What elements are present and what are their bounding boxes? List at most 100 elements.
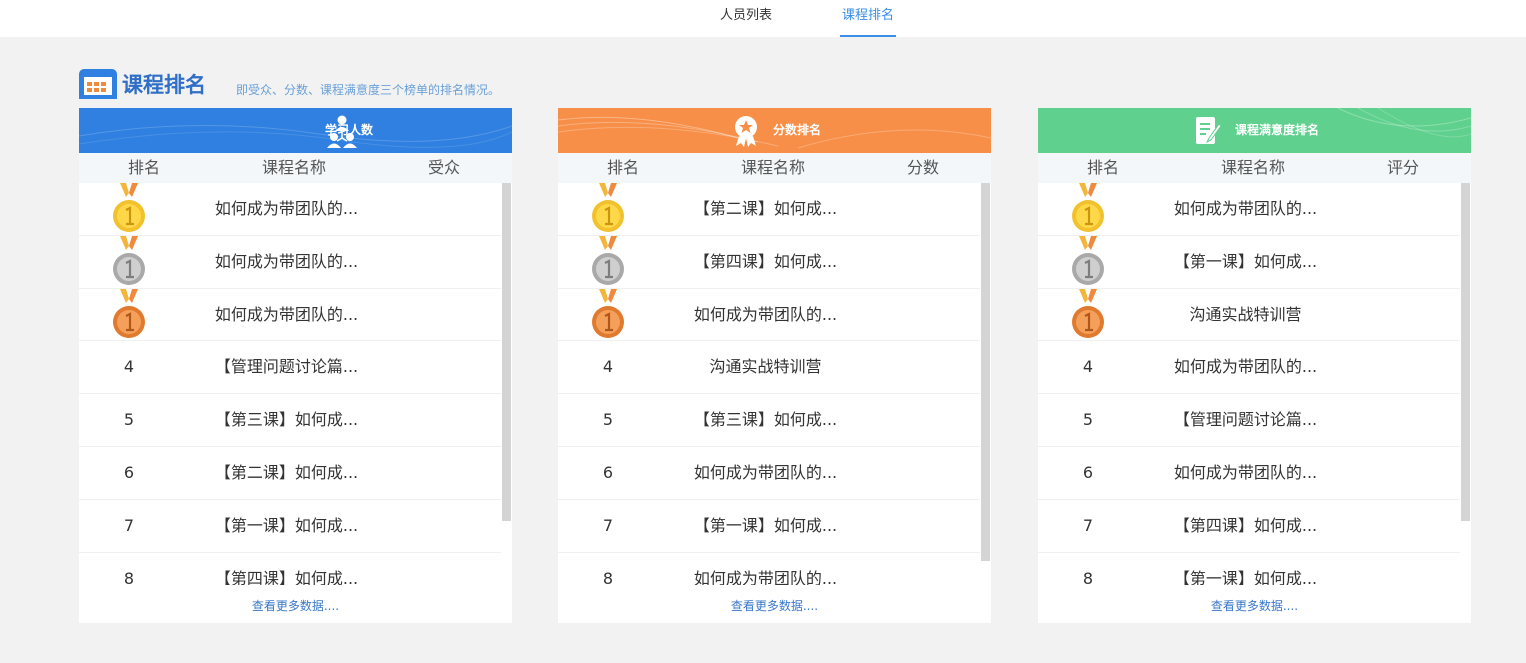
rank-number: 8 — [1082, 568, 1094, 585]
rank-number: 4 — [1082, 357, 1094, 377]
course-name[interactable]: 如何成为带团队的... — [189, 183, 384, 235]
course-name[interactable]: 沟通实战特训营 — [1148, 289, 1343, 341]
course-name[interactable]: 如何成为带团队的... — [668, 447, 863, 499]
ranking-list: 【第二课】如何成... 【第四课】如何成... 如何成为带团队的... 4 沟通实战特训… — [558, 183, 980, 585]
table-row[interactable]: 如何成为带团队的... — [79, 183, 501, 236]
course-name[interactable]: 如何成为带团队的... — [1148, 447, 1343, 499]
scrollbar[interactable] — [501, 183, 512, 585]
table-row[interactable]: 4 【管理问题讨论篇... — [79, 341, 501, 395]
table-row[interactable]: 7 【第一课】如何成... — [79, 500, 501, 553]
rank-number: 7 — [602, 515, 614, 535]
view-more-link[interactable]: 查看更多数据.... — [1038, 598, 1471, 614]
course-name[interactable]: 如何成为带团队的... — [668, 289, 863, 341]
course-name[interactable]: 沟通实战特训营 — [668, 341, 863, 393]
col-course-name: 课程名称 — [741, 158, 806, 177]
table-row[interactable]: 4 如何成为带团队的... — [1038, 341, 1460, 395]
medal-rank-2-icon — [1072, 235, 1104, 285]
col-rank: 排名 — [128, 158, 161, 177]
table-row[interactable]: 【第一课】如何成... — [1038, 235, 1460, 289]
course-name[interactable]: 【第四课】如何成... — [668, 236, 863, 288]
course-name[interactable]: 如何成为带团队的... — [668, 553, 863, 585]
scrollbar[interactable] — [980, 183, 991, 585]
panel-title: 分数排名 — [773, 123, 822, 137]
panel-score-ranking: 分数排名 排名 课程名称 分数 【第二课】如何成... 【第四课】如何成... 如何… — [558, 108, 991, 623]
panel-header: 课程满意度排名 — [1038, 108, 1471, 153]
tab-course-ranking[interactable]: 课程排名 — [840, 0, 896, 37]
table-row[interactable]: 如何成为带团队的... — [558, 288, 980, 342]
table-row[interactable]: 7 【第四课】如何成... — [1038, 500, 1460, 553]
medal-rank-2-icon — [113, 235, 145, 285]
medal-rank-3-icon — [1072, 288, 1104, 338]
panel-title: 学习人数 — [324, 123, 373, 137]
table-row[interactable]: 8 【第一课】如何成... — [1038, 553, 1460, 585]
table-row[interactable]: 4 沟通实战特训营 — [558, 341, 980, 395]
panel-title: 课程满意度排名 — [1235, 123, 1320, 137]
course-name[interactable]: 如何成为带团队的... — [1148, 341, 1343, 393]
course-name[interactable]: 如何成为带团队的... — [189, 236, 384, 288]
table-row[interactable]: 5 【管理问题讨论篇... — [1038, 394, 1460, 447]
rank-number: 5 — [602, 410, 614, 430]
course-name[interactable]: 【第一课】如何成... — [1148, 553, 1343, 585]
course-name[interactable]: 【第二课】如何成... — [668, 183, 863, 235]
view-more-link[interactable]: 查看更多数据.... — [79, 598, 512, 614]
medal-rank-1-icon — [1072, 183, 1104, 232]
table-row[interactable]: 6 【第二课】如何成... — [79, 447, 501, 500]
rank-number: 4 — [123, 357, 135, 377]
top-tab-bar: 人员列表 课程排名 — [0, 0, 1526, 37]
table-row[interactable]: 如何成为带团队的... — [1038, 183, 1460, 236]
edit-document-icon — [1196, 117, 1222, 144]
column-header: 排名 课程名称 分数 — [558, 153, 991, 183]
course-name[interactable]: 【第三课】如何成... — [189, 394, 384, 446]
rank-number: 6 — [602, 462, 614, 482]
course-name[interactable]: 如何成为带团队的... — [1148, 183, 1343, 235]
course-name[interactable]: 【第一课】如何成... — [189, 500, 384, 552]
scrollbar-thumb[interactable] — [502, 183, 511, 521]
col-score: 分数 — [907, 158, 940, 177]
col-course-name: 课程名称 — [262, 158, 327, 177]
table-row[interactable]: 【第四课】如何成... — [558, 235, 980, 289]
course-name[interactable]: 【第三课】如何成... — [668, 394, 863, 446]
table-row[interactable]: 7 【第一课】如何成... — [558, 500, 980, 553]
medal-rank-3-icon — [592, 288, 624, 338]
scrollbar-thumb[interactable] — [1461, 183, 1470, 521]
section-title: 课程排名 — [122, 73, 206, 97]
col-course-name: 课程名称 — [1221, 158, 1286, 177]
medal-rank-1-icon — [592, 183, 624, 232]
scrollbar[interactable] — [1460, 183, 1471, 585]
tab-staff-list[interactable]: 人员列表 — [708, 0, 784, 37]
table-row[interactable]: 8 【第四课】如何成... — [79, 553, 501, 585]
table-row[interactable]: 如何成为带团队的... — [79, 235, 501, 289]
course-name[interactable]: 【管理问题讨论篇... — [189, 341, 384, 393]
panel-audience-ranking: 学习人数 排名 课程名称 受众 如何成为带团队的... 如何成为带团队的... 如何… — [79, 108, 512, 623]
rank-number: 8 — [602, 568, 614, 585]
ranking-list: 如何成为带团队的... 【第一课】如何成... 沟通实战特训营 4 如何成为带团队的..… — [1038, 183, 1460, 585]
course-name[interactable]: 如何成为带团队的... — [189, 289, 384, 341]
panel-satisfaction-ranking: 课程满意度排名 排名 课程名称 评分 如何成为带团队的... 【第一课】如何成..… — [1038, 108, 1471, 623]
course-name[interactable]: 【第二课】如何成... — [189, 447, 384, 499]
course-name[interactable]: 【管理问题讨论篇... — [1148, 394, 1343, 446]
table-row[interactable]: 8 如何成为带团队的... — [558, 553, 980, 585]
medal-rank-2-icon — [592, 235, 624, 285]
award-ribbon-icon — [735, 116, 757, 147]
table-row[interactable]: 沟通实战特训营 — [1038, 288, 1460, 342]
table-row[interactable]: 6 如何成为带团队的... — [1038, 447, 1460, 500]
view-more-link[interactable]: 查看更多数据.... — [558, 598, 991, 614]
scrollbar-thumb[interactable] — [981, 183, 990, 561]
calendar-grid-icon — [79, 69, 117, 99]
course-name[interactable]: 【第四课】如何成... — [189, 553, 384, 585]
table-row[interactable]: 【第二课】如何成... — [558, 183, 980, 236]
col-rank: 排名 — [1087, 158, 1120, 177]
course-name[interactable]: 【第四课】如何成... — [1148, 500, 1343, 552]
table-row[interactable]: 6 如何成为带团队的... — [558, 447, 980, 500]
course-name[interactable]: 【第一课】如何成... — [668, 500, 863, 552]
column-header: 排名 课程名称 评分 — [1038, 153, 1471, 183]
rank-number: 8 — [123, 568, 135, 585]
table-row[interactable]: 5 【第三课】如何成... — [558, 394, 980, 447]
col-rank: 排名 — [607, 158, 640, 177]
table-row[interactable]: 5 【第三课】如何成... — [79, 394, 501, 447]
table-row[interactable]: 如何成为带团队的... — [79, 288, 501, 342]
rank-number: 7 — [123, 515, 135, 535]
course-name[interactable]: 【第一课】如何成... — [1148, 236, 1343, 288]
col-audience: 受众 — [428, 158, 461, 177]
panel-header: 分数排名 — [558, 108, 991, 153]
